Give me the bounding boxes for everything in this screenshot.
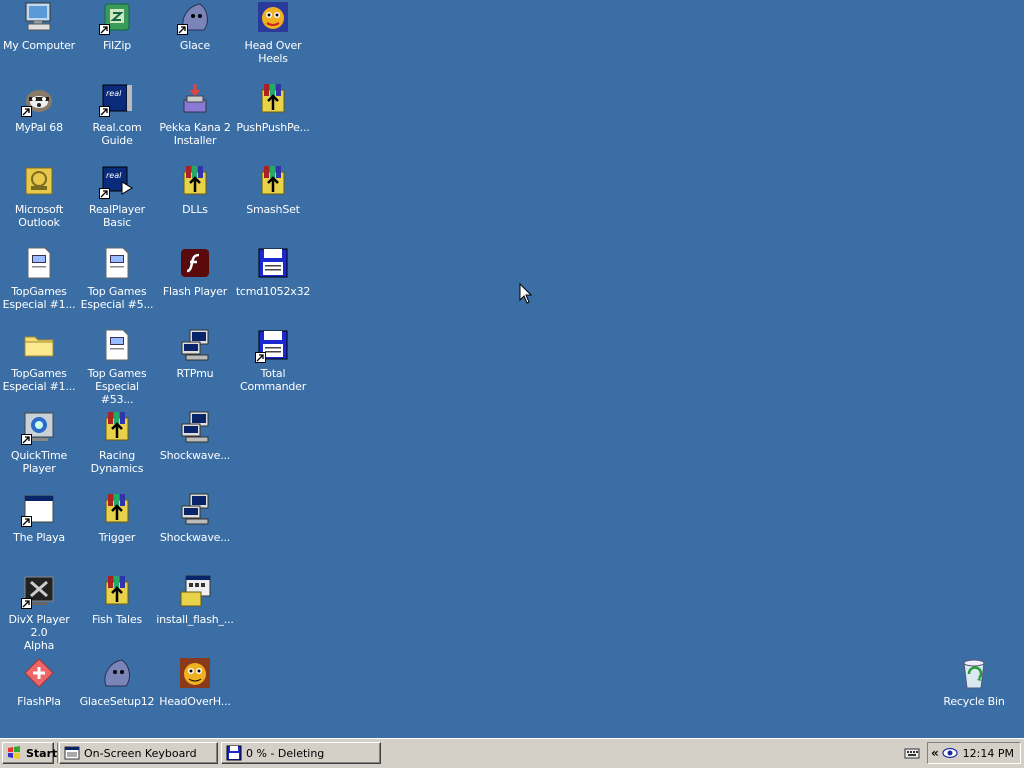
computer-icon: [22, 0, 56, 34]
taskbar: Start On-Screen Keyboard 0 % - Deleting …: [0, 738, 1024, 768]
shortcut-arrow-icon: [21, 106, 32, 117]
head-over-heels-icon: [256, 0, 290, 34]
network-eye-icon[interactable]: [942, 747, 958, 759]
task-label: 0 % - Deleting: [246, 746, 325, 760]
winrar-archive-icon: [178, 164, 212, 198]
setup-icon: [178, 492, 212, 526]
clock[interactable]: 12:14 PM: [963, 747, 1014, 760]
window-icon: [21, 492, 56, 527]
desktop-icon-shockwave-2[interactable]: Shockwave...: [156, 492, 234, 572]
desktop-icon-smashset[interactable]: SmashSet: [234, 164, 312, 244]
shortcut-arrow-icon: [255, 352, 266, 363]
mypal-icon: [21, 82, 56, 117]
shortcut-arrow-icon: [99, 188, 110, 199]
realplayer-icon: real: [99, 164, 134, 199]
glace-icon: [177, 0, 212, 35]
windows-logo-icon: [8, 746, 20, 759]
desktop-icon-quicktime[interactable]: QuickTime Player: [0, 410, 78, 490]
desktop-icon-dlls[interactable]: DLLs: [156, 164, 234, 244]
desktop-icon-topgames-folder[interactable]: TopGames Especial #1...: [0, 328, 78, 408]
shortcut-arrow-icon: [99, 106, 110, 117]
desktop-icon-install-flash[interactable]: install_flash_...: [156, 574, 234, 654]
desktop-icon-glace[interactable]: Glace: [156, 0, 234, 80]
start-label: Start: [26, 746, 58, 760]
document-icon: [100, 328, 134, 362]
recycle-bin-icon: [957, 656, 991, 690]
head-over-heels-icon: [178, 656, 212, 690]
setup-icon: [178, 328, 212, 362]
winrar-archive-icon: [100, 574, 134, 608]
desktop-icon-fish-tales[interactable]: Fish Tales: [78, 574, 156, 654]
glace-icon: [100, 656, 134, 690]
desktop-icon-pekka-kana-installer[interactable]: Pekka Kana 2 Installer: [156, 82, 234, 162]
desktop-icon-topgames-doc-53[interactable]: Top Games Especial #53...: [78, 328, 156, 408]
shortcut-arrow-icon: [99, 24, 110, 35]
desktop-icon-flashpla[interactable]: FlashPla: [0, 656, 78, 736]
divx-icon: [21, 574, 56, 609]
desktop-icon-rtpmu[interactable]: RTPmu: [156, 328, 234, 408]
desktop-icon-head-over-heels[interactable]: Head Over Heels: [234, 0, 312, 80]
document-icon: [22, 246, 56, 280]
desktop-icon-pushpushpe[interactable]: PushPushPe...: [234, 82, 312, 162]
floppy-icon: [256, 246, 290, 280]
folder-icon: [22, 328, 56, 362]
floppy-icon: [226, 745, 242, 761]
desktop-icon-topgames-doc-5[interactable]: Top Games Especial #5...: [78, 246, 156, 326]
desktop-icon-outlook[interactable]: Microsoft Outlook: [0, 164, 78, 244]
desktop-icon-recycle-bin[interactable]: Recycle Bin: [935, 656, 1013, 736]
svg-text:real: real: [106, 89, 122, 98]
installer-icon: [178, 82, 212, 116]
desktop-icon-the-playa[interactable]: The Playa: [0, 492, 78, 572]
mouse-pointer-icon: [519, 283, 533, 304]
desktop-icon-topgames-doc-1[interactable]: TopGames Especial #1...: [0, 246, 78, 326]
taskbar-button-deleting[interactable]: 0 % - Deleting: [221, 742, 381, 764]
shortcut-arrow-icon: [21, 598, 32, 609]
setup-icon: [178, 410, 212, 444]
keyboard-tray-icon[interactable]: [904, 746, 920, 760]
taskbar-button-on-screen-keyboard[interactable]: On-Screen Keyboard: [59, 742, 218, 764]
winrar-archive-icon: [100, 410, 134, 444]
floppy-icon: [255, 328, 290, 363]
svg-text:real: real: [106, 171, 122, 180]
desktop-icon-racing-dynamics[interactable]: Racing Dynamics: [78, 410, 156, 490]
desktop-icon-mypal[interactable]: MyPal 68: [0, 82, 78, 162]
document-icon: [100, 246, 134, 280]
desktop-icon-realplayer[interactable]: real RealPlayer Basic: [78, 164, 156, 244]
keyboard-window-icon: [64, 746, 80, 760]
desktop-icon-headoverh[interactable]: HeadOverH...: [156, 656, 234, 736]
quicktime-icon: [21, 410, 56, 445]
system-tray: « 12:14 PM: [927, 742, 1021, 764]
outlook-icon: [22, 164, 56, 198]
filzip-icon: [99, 0, 134, 35]
desktop[interactable]: My Computer MyPal 68 Microsoft Outlook T…: [0, 0, 1024, 738]
start-button[interactable]: Start: [2, 742, 58, 764]
desktop-icon-divx[interactable]: DivX Player 2.0 Alpha: [0, 574, 78, 654]
winrar-archive-icon: [256, 164, 290, 198]
shortcut-arrow-icon: [21, 516, 32, 527]
shortcut-arrow-icon: [177, 24, 188, 35]
shortcut-arrow-icon: [21, 434, 32, 445]
desktop-icon-flash-player[interactable]: Flash Player: [156, 246, 234, 326]
flashpla-icon: [22, 656, 56, 690]
task-label: On-Screen Keyboard: [84, 746, 197, 760]
setup-window-icon: [178, 574, 212, 608]
desktop-icon-my-computer[interactable]: My Computer: [0, 0, 78, 80]
desktop-icon-trigger[interactable]: Trigger: [78, 492, 156, 572]
real-guide-icon: real: [99, 82, 134, 117]
desktop-icon-tcmd[interactable]: tcmd1052x32: [234, 246, 312, 326]
tray-expand-chevron-icon[interactable]: «: [931, 746, 939, 760]
winrar-archive-icon: [100, 492, 134, 526]
winrar-archive-icon: [256, 82, 290, 116]
desktop-icon-real-guide[interactable]: real Real.com Guide: [78, 82, 156, 162]
desktop-icon-total-commander[interactable]: Total Commander: [234, 328, 312, 408]
flash-icon: [178, 246, 212, 280]
desktop-icon-glacesetup[interactable]: GlaceSetup12: [78, 656, 156, 736]
desktop-icon-shockwave-1[interactable]: Shockwave...: [156, 410, 234, 490]
desktop-icon-filzip[interactable]: FilZip: [78, 0, 156, 80]
